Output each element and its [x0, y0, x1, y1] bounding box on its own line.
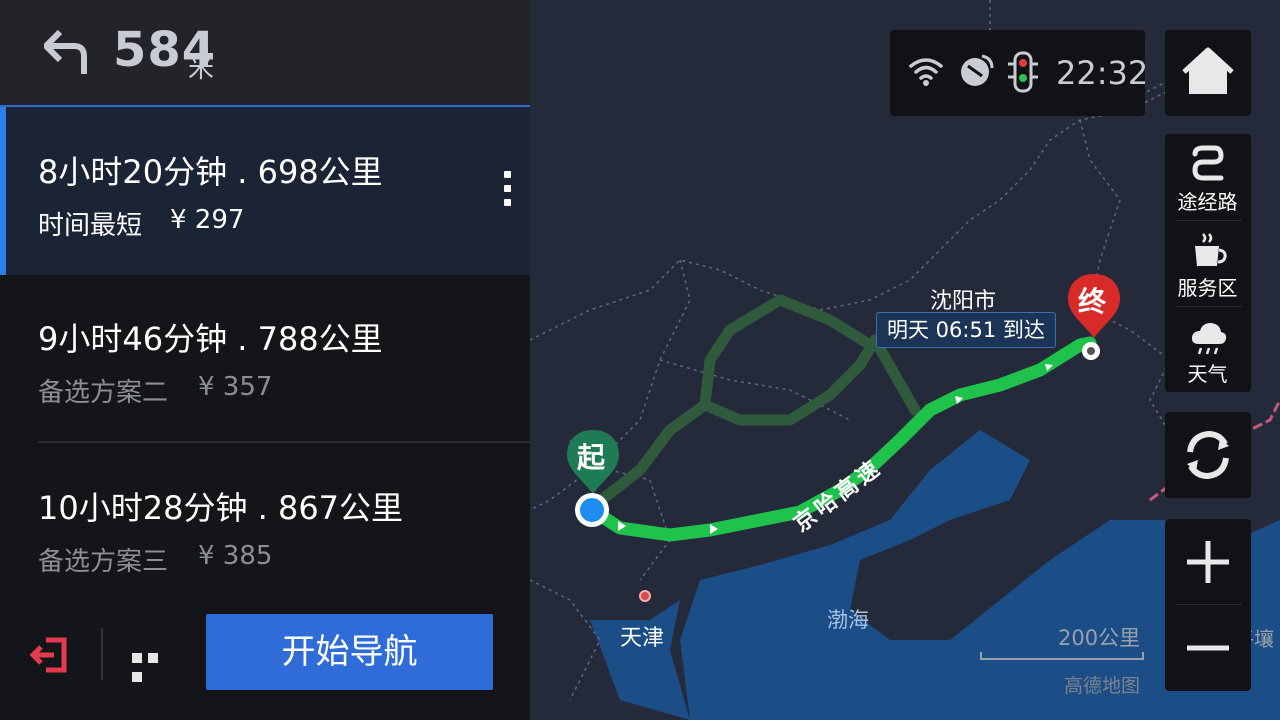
end-marker[interactable]: 终: [1066, 272, 1122, 342]
refresh-button[interactable]: [1165, 412, 1251, 498]
exit-icon[interactable]: [30, 634, 72, 676]
waypoint-button[interactable]: 途经路: [1165, 134, 1251, 218]
gps-icon: [961, 54, 994, 86]
refresh-icon: [1187, 430, 1229, 480]
next-maneuver: 584 米: [0, 0, 530, 106]
service-area-button[interactable]: 服务区: [1165, 222, 1251, 306]
scale-label: 200公里: [1058, 626, 1141, 650]
selected-indicator: [0, 107, 6, 275]
clock: 22:32: [1056, 54, 1149, 92]
destination-dot: [1082, 342, 1100, 360]
route-label: 备选方案三: [38, 547, 169, 577]
route-toll: ¥ 357: [198, 372, 273, 402]
route-panel: 584 米 8小时20分钟 . 698公里 时间最短 ¥ 297 9小时46分钟…: [0, 0, 530, 720]
zoom-out-button[interactable]: [1165, 605, 1251, 691]
waypoint-icon: [1192, 145, 1224, 181]
minus-icon: [1187, 645, 1229, 651]
route-duration-distance: 10小时28分钟 . 867公里: [38, 489, 404, 527]
route-label: 时间最短: [38, 211, 143, 241]
route-label: 备选方案二: [38, 378, 169, 408]
city-label-shenyang[interactable]: 沈阳市: [930, 283, 996, 315]
tool-divider: [1176, 220, 1242, 221]
route-option-1[interactable]: 8小时20分钟 . 698公里 时间最短 ¥ 297: [0, 105, 530, 275]
sea-label-bohai: 渤海: [827, 608, 869, 632]
arrival-time-badge: 明天 06:51 到达: [876, 312, 1056, 348]
turn-back-left-icon: [44, 29, 87, 74]
tianjin-dot: [639, 590, 651, 602]
coffee-cup-icon: [1195, 233, 1227, 266]
route-toll: ¥ 297: [170, 205, 245, 235]
start-navigation-button[interactable]: 开始导航: [206, 614, 493, 690]
weather-icon: [1191, 323, 1227, 355]
route-toll: ¥ 385: [198, 541, 273, 571]
start-marker-label: 起: [577, 441, 606, 474]
weather-label: 天气: [1187, 362, 1228, 386]
route-option-3[interactable]: 10小时28分钟 . 867公里 备选方案三 ¥ 385: [0, 443, 530, 611]
waypoint-label: 途经路: [1177, 190, 1238, 214]
traffic-light-icon: [1008, 51, 1038, 93]
map-brand-logo: 高德地图: [1064, 675, 1141, 697]
navigation-screen: 起 终 沈阳市 天津 渤海 京哈高速 平壤 明天 06:51 到达 22:32 …: [0, 0, 1280, 720]
plus-icon: [1187, 541, 1229, 583]
action-separator: [101, 628, 103, 680]
city-label-tianjin[interactable]: 天津: [620, 620, 664, 652]
more-options-button[interactable]: [132, 648, 178, 682]
home-icon: [1182, 47, 1234, 94]
weather-button[interactable]: 天气: [1165, 308, 1251, 392]
action-bar: 开始导航: [0, 600, 530, 720]
route-duration-distance: 8小时20分钟 . 698公里: [38, 153, 383, 191]
zoom-in-button[interactable]: [1165, 519, 1251, 605]
home-button[interactable]: [1165, 30, 1251, 116]
route-duration-distance: 9小时46分钟 . 788公里: [38, 320, 383, 358]
end-marker-label: 终: [1078, 285, 1107, 318]
start-marker[interactable]: 起: [565, 428, 621, 498]
tool-divider: [1176, 306, 1242, 307]
current-location-dot: [575, 493, 609, 527]
status-bar: 22:32: [890, 30, 1149, 116]
route-more-menu[interactable]: [504, 171, 512, 213]
maneuver-unit: 米: [188, 54, 215, 84]
route-option-2[interactable]: 9小时46分钟 . 788公里 备选方案二 ¥ 357: [0, 274, 530, 442]
wifi-icon: [909, 58, 943, 86]
scale-bar: [980, 652, 1144, 660]
service-area-label: 服务区: [1177, 276, 1238, 300]
